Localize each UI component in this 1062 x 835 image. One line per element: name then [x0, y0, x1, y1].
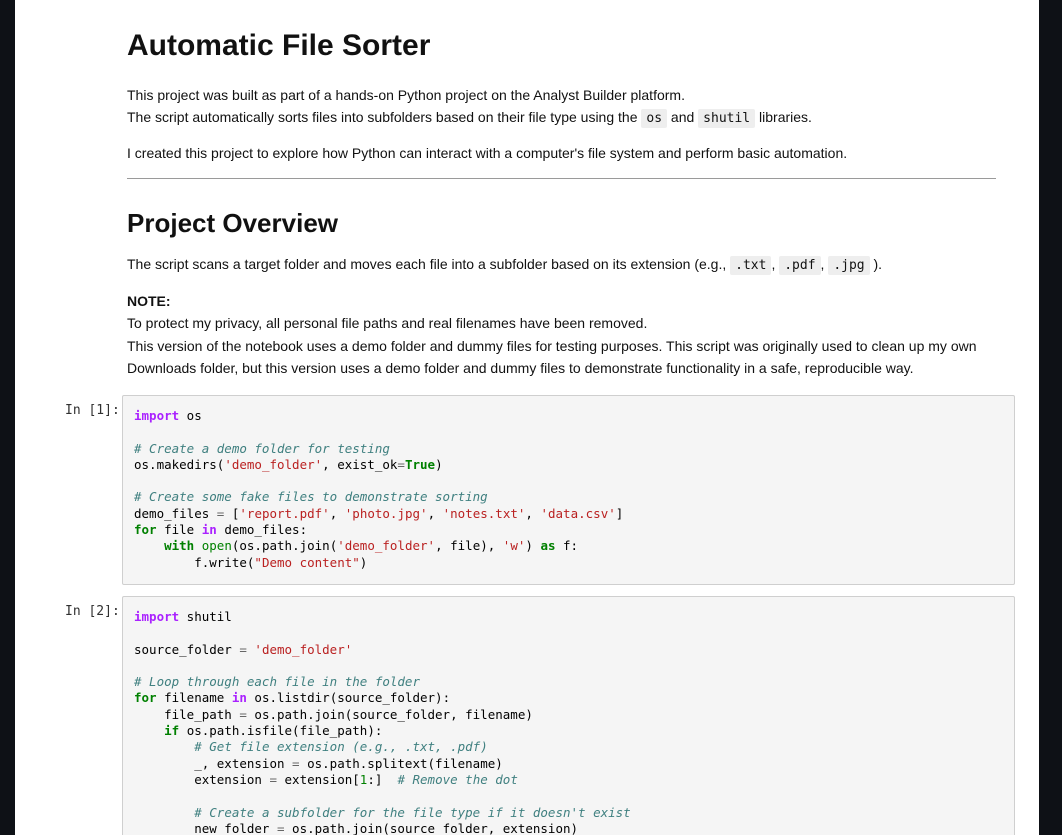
intro-line-2-end: libraries. [759, 109, 812, 125]
inline-code-os: os [641, 109, 668, 128]
comma: , [820, 256, 825, 272]
note-line-3: Downloads folder, but this version uses … [127, 360, 914, 376]
intro-line-2: The script automatically sorts files int… [127, 106, 812, 130]
cell-prompt-1: In [1]: [65, 403, 120, 418]
code-block-2[interactable]: import shutil source_folder = 'demo_fold… [123, 597, 1014, 835]
note-label: NOTE: [127, 293, 171, 309]
cell-prompt-2: In [2]: [65, 604, 120, 619]
intro-and: and [670, 109, 695, 125]
notebook-page: Automatic File Sorter This project was b… [15, 0, 1039, 835]
overview-text: The script scans a target folder and mov… [127, 256, 727, 272]
overview-end: ). [873, 256, 883, 272]
note-line-2: This version of the notebook uses a demo… [127, 338, 977, 354]
intro-line-3: I created this project to explore how Py… [127, 145, 848, 161]
comma: , [771, 256, 776, 272]
overview-line: The script scans a target folder and mov… [127, 253, 882, 277]
code-cell-1[interactable]: import os # Create a demo folder for tes… [122, 395, 1015, 585]
code-block-1[interactable]: import os # Create a demo folder for tes… [123, 396, 1014, 571]
inline-code-shutil: shutil [698, 109, 756, 128]
intro-line-2-text: The script automatically sorts files int… [127, 109, 638, 125]
horizontal-rule [127, 178, 996, 179]
inline-code-txt: .txt [730, 256, 772, 275]
inline-code-jpg: .jpg [828, 256, 870, 275]
page-title: Automatic File Sorter [127, 29, 431, 62]
section-heading-overview: Project Overview [127, 208, 338, 238]
code-cell-2[interactable]: import shutil source_folder = 'demo_fold… [122, 596, 1015, 835]
note-line-1: To protect my privacy, all personal file… [127, 315, 648, 331]
inline-code-pdf: .pdf [779, 256, 821, 275]
intro-line-1: This project was built as part of a hand… [127, 87, 685, 103]
